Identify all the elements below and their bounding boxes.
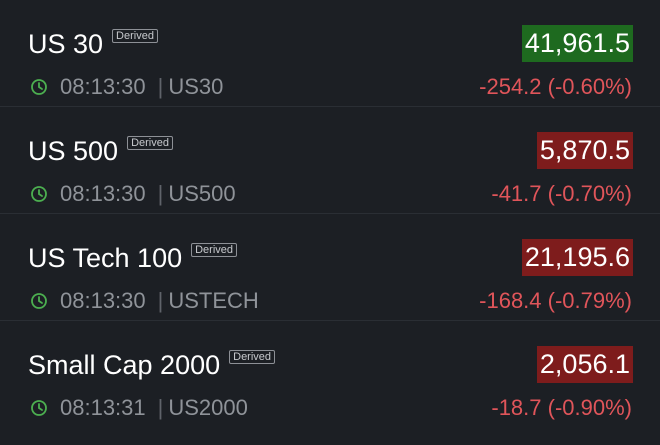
price-value: 41,961.5 — [521, 25, 633, 62]
derived-badge: Derived — [229, 350, 276, 364]
quote-time: 08:13:30 — [60, 181, 146, 206]
quote-time: 08:13:31 — [60, 395, 146, 420]
separator: | — [157, 288, 164, 313]
instrument-name: Small Cap 2000 Derived — [28, 349, 276, 381]
derived-badge: Derived — [127, 136, 173, 150]
separator: | — [157, 74, 164, 99]
instrument-name: US 500 Derived — [28, 135, 173, 167]
price-value: 21,195.6 — [521, 239, 633, 276]
quote-meta: 08:13:31 | US2000 — [30, 395, 248, 421]
symbol-code: US500 — [168, 181, 236, 206]
clock-icon — [31, 400, 47, 416]
quote-meta: 08:13:30 | US500 — [30, 181, 236, 207]
watchlist-row[interactable]: US 500 Derived 5,870.5 08:13:30 | US500 -… — [0, 107, 660, 214]
derived-badge: Derived — [191, 243, 238, 257]
derived-badge: Derived — [112, 29, 158, 43]
quote-time: 08:13:30 — [60, 74, 146, 99]
watchlist-row[interactable]: Small Cap 2000 Derived 2,056.1 08:13:31 |… — [0, 321, 660, 428]
price-change: -168.4 (-0.79%) — [479, 288, 632, 313]
price-change: -254.2 (-0.60%) — [479, 74, 632, 99]
separator: | — [157, 181, 164, 206]
separator: | — [157, 395, 164, 420]
clock-icon — [31, 293, 47, 309]
watchlist-row[interactable]: US 30 Derived 41,961.5 08:13:30 | US30 -2… — [0, 0, 660, 107]
symbol-code: USTECH — [168, 288, 259, 313]
price-change: -41.7 (-0.70%) — [491, 181, 632, 206]
instrument-name: US 30 Derived — [28, 28, 158, 60]
instrument-name: US Tech 100 Derived — [28, 242, 238, 274]
quote-meta: 08:13:30 | US30 — [30, 74, 223, 100]
clock-icon — [31, 79, 47, 95]
symbol-code: US2000 — [168, 395, 248, 420]
watchlist-row[interactable]: US Tech 100 Derived 21,195.6 08:13:30 | U… — [0, 214, 660, 321]
price-value: 2,056.1 — [536, 346, 633, 383]
symbol-code: US30 — [168, 74, 224, 99]
clock-icon — [31, 186, 47, 202]
quote-meta: 08:13:30 | USTECH — [30, 288, 259, 314]
watchlist: US 30 Derived 41,961.5 08:13:30 | US30 -2… — [0, 0, 660, 428]
price-change: -18.7 (-0.90%) — [491, 395, 632, 420]
price-value: 5,870.5 — [536, 132, 633, 169]
quote-time: 08:13:30 — [60, 288, 146, 313]
